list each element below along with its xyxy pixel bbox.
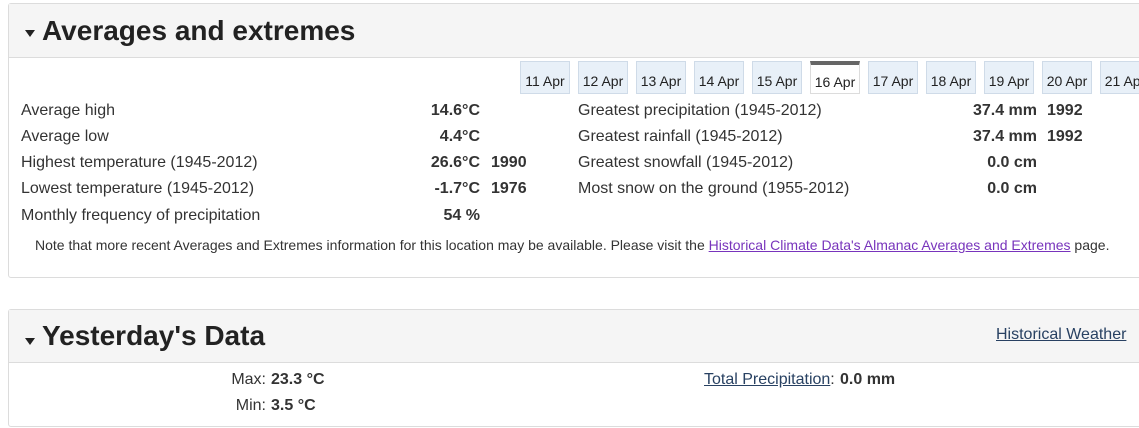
note-text-end: page. (1070, 237, 1110, 253)
stat-year: 1992 (1047, 102, 1083, 119)
date-tab[interactable]: 18 Apr (926, 61, 976, 94)
stat-value: 37.4 mm (972, 128, 1037, 145)
stat-label: Average low (21, 128, 109, 145)
date-tab[interactable]: 20 Apr (1042, 61, 1092, 94)
total-precipitation: Total Precipitation: (704, 371, 835, 389)
stat-year: 1990 (491, 154, 527, 171)
date-tab[interactable]: 19 Apr (984, 61, 1034, 94)
averages-panel-header[interactable]: Averages and extremes (9, 4, 1139, 58)
stat-value: -1.7°C (434, 180, 480, 197)
caret-down-icon[interactable] (25, 338, 35, 345)
date-tab-active[interactable]: 16 Apr (810, 61, 860, 94)
precip-colon: : (830, 371, 835, 388)
stat-year: 1992 (1047, 128, 1083, 145)
stat-label: Monthly frequency of precipitation (21, 207, 261, 224)
stat-value: 0.0 cm (987, 154, 1037, 171)
stat-value: 54 % (443, 207, 480, 224)
stat-label: Greatest precipitation (1945-2012) (578, 102, 822, 119)
stat-label: Average high (21, 102, 115, 119)
stat-label: Greatest rainfall (1945-2012) (578, 128, 783, 145)
stat-value: 26.6°C (430, 154, 480, 171)
yesterday-panel-header[interactable]: Yesterday's Data Historical Weather (9, 310, 1139, 363)
caret-down-icon[interactable] (25, 30, 35, 37)
date-selector: 11 Apr 12 Apr 13 Apr 14 Apr 15 Apr 16 Ap… (520, 59, 1139, 95)
stat-year: 1976 (491, 180, 527, 197)
total-precipitation-link[interactable]: Total Precipitation (704, 371, 830, 388)
stat-label: Lowest temperature (1945-2012) (21, 180, 255, 197)
stat-label: Greatest snowfall (1945-2012) (578, 154, 794, 171)
max-value: 23.3 °C (271, 371, 325, 388)
availability-note: Note that more recent Averages and Extre… (35, 237, 1109, 253)
stat-value: 0.0 cm (987, 180, 1037, 197)
yesterday-title: Yesterday's Data (42, 320, 266, 351)
note-text: Note that more recent Averages and Extre… (35, 237, 709, 253)
stat-value: 4.4°C (439, 128, 480, 145)
max-label: Max: (231, 371, 266, 388)
stat-value: 37.4 mm (972, 102, 1037, 119)
date-tab[interactable]: 12 Apr (578, 61, 628, 94)
yesterday-panel: Yesterday's Data Historical Weather Max:… (8, 309, 1139, 427)
stat-label: Most snow on the ground (1955-2012) (578, 180, 850, 197)
precip-value: 0.0 mm (840, 371, 896, 388)
averages-title: Averages and extremes (42, 15, 356, 46)
averages-extremes-panel: Averages and extremes 11 Apr 12 Apr 13 A… (8, 3, 1139, 278)
stat-label: Highest temperature (1945-2012) (21, 154, 258, 171)
date-tab[interactable]: 13 Apr (636, 61, 686, 94)
date-tab[interactable]: 17 Apr (868, 61, 918, 94)
date-tab[interactable]: 21 Apr (1100, 61, 1139, 94)
min-label: Min: (235, 397, 266, 414)
almanac-link[interactable]: Historical Climate Data's Almanac Averag… (709, 237, 1071, 253)
stat-value: 14.6°C (430, 102, 480, 119)
date-tab[interactable]: 15 Apr (752, 61, 802, 94)
date-tab[interactable]: 14 Apr (694, 61, 744, 94)
min-value: 3.5 °C (271, 397, 316, 414)
historical-weather-link[interactable]: Historical Weather (996, 326, 1126, 344)
date-tab[interactable]: 11 Apr (520, 61, 570, 94)
